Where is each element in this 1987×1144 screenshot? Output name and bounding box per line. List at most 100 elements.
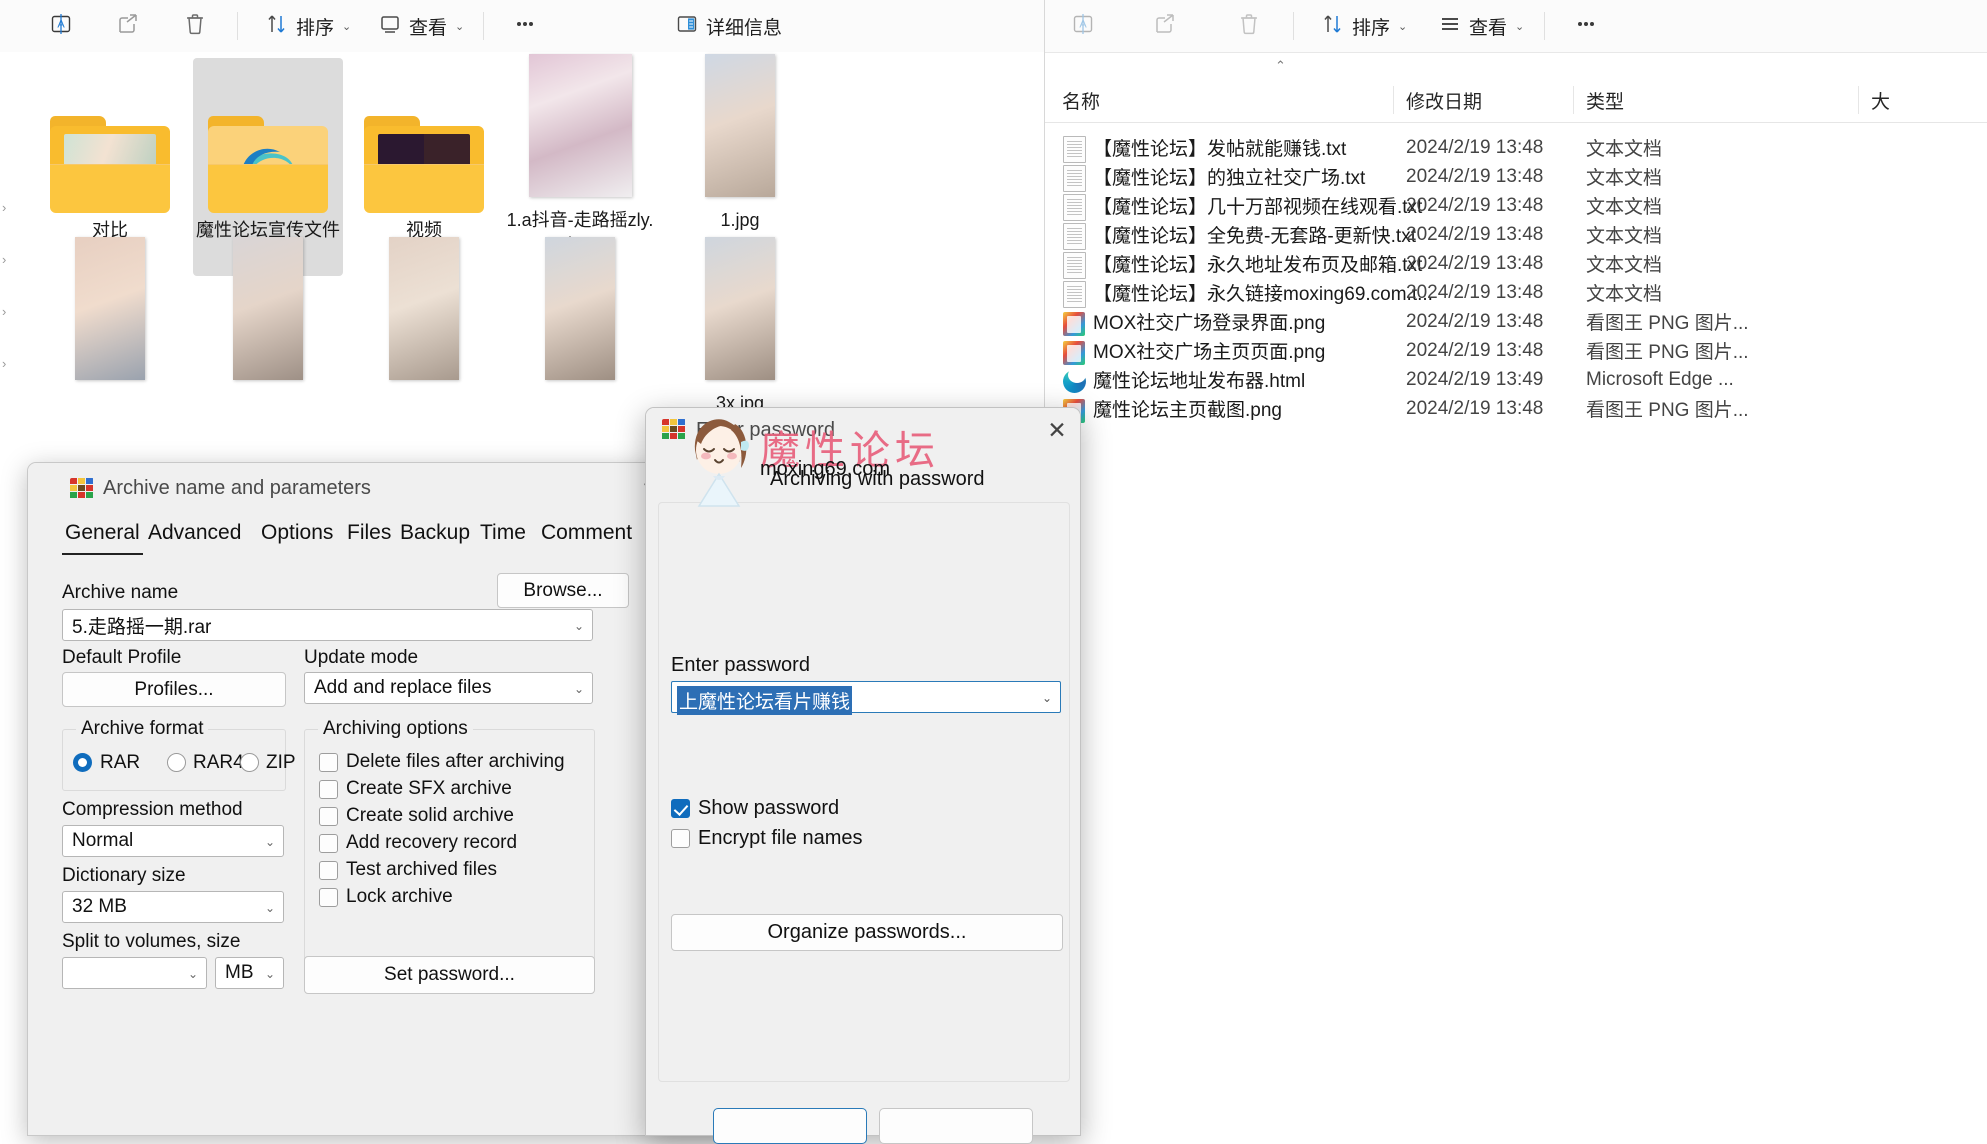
table-row[interactable]: 魔性论坛地址发布器.html 2024/2/19 13:49 Microsoft… [1045, 365, 1987, 394]
share-button[interactable] [105, 4, 151, 48]
organize-passwords-button[interactable]: Organize passwords... [671, 914, 1063, 951]
dictionary-size-select[interactable]: 32 MB ⌄ [62, 891, 284, 923]
rename-icon: A [1070, 11, 1096, 42]
tile-item[interactable]: 视频 [349, 62, 499, 242]
nav-chevron-icon[interactable]: › [2, 356, 16, 371]
chevron-down-icon[interactable]: ⌄ [574, 682, 584, 696]
table-row[interactable]: 魔性论坛主页截图.png 2024/2/19 13:48 看图王 PNG 图片.… [1045, 394, 1987, 423]
column-divider[interactable] [1393, 86, 1394, 114]
column-header-size[interactable]: 大 [1871, 78, 1890, 122]
file-type: Microsoft Edge ... [1586, 368, 1734, 390]
column-divider[interactable] [1573, 86, 1574, 114]
compression-method-select[interactable]: Normal ⌄ [62, 825, 284, 857]
chevron-down-icon[interactable]: ⌄ [265, 901, 275, 915]
sort-label: 排序 [296, 17, 335, 39]
tab-backup[interactable]: Backup [397, 521, 473, 553]
close-button[interactable]: ✕ [1042, 416, 1072, 444]
password-dialog-titlebar[interactable]: Enter password ✕ [646, 408, 1080, 452]
more-button[interactable] [502, 4, 548, 48]
tile-item[interactable] [349, 237, 499, 391]
browse-button[interactable]: Browse... [497, 573, 629, 608]
tile-item[interactable] [193, 237, 343, 391]
archive-name-input[interactable]: 5.走路摇一期.rar ⌄ [62, 609, 593, 641]
rename-button[interactable]: A [1060, 4, 1106, 48]
chevron-down-icon[interactable]: ⌄ [574, 619, 584, 633]
chevron-down-icon[interactable]: ⌄ [1042, 691, 1052, 705]
tile-item[interactable]: 3x.jpg [665, 237, 815, 415]
file-date: 2024/2/19 13:48 [1406, 397, 1544, 419]
compression-method-label: Compression method [62, 799, 243, 820]
nav-chevron-icon[interactable]: › [2, 304, 16, 319]
tile-item[interactable]: 对比 [35, 62, 185, 242]
password-input[interactable]: 上魔性论坛看片赚钱 ⌄ [671, 681, 1061, 715]
checkbox-create-solid-archive[interactable] [319, 807, 338, 826]
radio-rar4-label: RAR4 [193, 752, 244, 773]
nav-chevron-icon[interactable]: › [2, 252, 16, 267]
sort-button[interactable]: 排序 ⌄ [1311, 4, 1417, 48]
chevron-down-icon: ⌄ [1398, 20, 1408, 33]
table-row[interactable]: 【魔性论坛】永久地址发布页及邮箱.txt 2024/2/19 13:48 文本文… [1045, 249, 1987, 279]
tab-comment[interactable]: Comment [538, 521, 635, 553]
more-button[interactable] [1563, 4, 1609, 48]
radio-rar4[interactable] [167, 753, 186, 772]
radio-rar[interactable] [73, 753, 92, 772]
column-header-name[interactable]: 名称 [1062, 78, 1100, 122]
file-date: 2024/2/19 13:48 [1406, 136, 1544, 158]
split-unit-select[interactable]: MB ⌄ [215, 957, 284, 989]
sort-button[interactable]: 排序 ⌄ [255, 4, 361, 48]
default-profile-label: Default Profile [62, 647, 182, 668]
profiles-button[interactable]: Profiles... [62, 672, 286, 707]
table-row[interactable]: 【魔性论坛】几十万部视频在线观看.txt 2024/2/19 13:48 文本文… [1045, 191, 1987, 221]
delete-button[interactable] [1226, 4, 1272, 48]
table-row[interactable]: MOX社交广场主页页面.png 2024/2/19 13:48 看图王 PNG … [1045, 336, 1987, 365]
radio-zip[interactable] [240, 753, 259, 772]
share-button[interactable] [1142, 4, 1188, 48]
table-row[interactable]: 【魔性论坛】全免费-无套路-更新快.txt 2024/2/19 13:48 文本… [1045, 220, 1987, 250]
tile-item[interactable] [505, 237, 655, 391]
nav-chevron-icon[interactable]: › [2, 200, 16, 215]
details-pane-button[interactable]: 详细信息 [665, 4, 792, 48]
checkbox-create-sfx-archive[interactable] [319, 780, 338, 799]
tile-item[interactable]: 1.jpg [665, 54, 815, 232]
table-row[interactable]: MOX社交广场登录界面.png 2024/2/19 13:48 看图王 PNG … [1045, 307, 1987, 336]
view-button[interactable]: 查看 ⌄ [368, 4, 474, 48]
checkbox-delete-files-after-archiving[interactable] [319, 753, 338, 772]
chevron-down-icon[interactable]: ⌄ [265, 967, 275, 981]
cancel-button[interactable] [879, 1108, 1033, 1144]
tile-item[interactable] [35, 237, 185, 391]
checkbox-show-password[interactable] [671, 799, 690, 818]
table-row[interactable]: 【魔性论坛】永久链接moxing69.com.t... 2024/2/19 13… [1045, 278, 1987, 308]
tab-advanced[interactable]: Advanced [145, 521, 244, 553]
file-type: 看图王 PNG 图片... [1586, 313, 1749, 334]
file-name: 【魔性论坛】永久链接moxing69.com.t... [1093, 284, 1433, 305]
tab-files[interactable]: Files [344, 521, 394, 553]
tab-options[interactable]: Options [258, 521, 336, 553]
view-button[interactable]: 查看 ⌄ [1428, 4, 1534, 48]
column-header-type[interactable]: 类型 [1586, 78, 1624, 122]
file-name: 【魔性论坛】全免费-无套路-更新快.txt [1093, 226, 1416, 247]
checkbox-lock-archive[interactable] [319, 888, 338, 907]
rename-button[interactable]: A [38, 4, 84, 48]
delete-button[interactable] [172, 4, 218, 48]
tab-general[interactable]: General [62, 521, 143, 555]
tab-time[interactable]: Time [477, 521, 529, 553]
split-size-input[interactable]: ⌄ [62, 957, 207, 989]
table-row[interactable]: 【魔性论坛】的独立社交广场.txt 2024/2/19 13:48 文本文档 [1045, 162, 1987, 192]
file-type: 看图王 PNG 图片... [1586, 400, 1749, 421]
ok-button[interactable] [713, 1108, 867, 1144]
checkbox-test-archived-files[interactable] [319, 861, 338, 880]
column-header-date[interactable]: 修改日期 [1406, 78, 1482, 122]
toolbar-divider [1544, 12, 1545, 40]
chevron-down-icon[interactable]: ⌄ [188, 967, 198, 981]
set-password-button[interactable]: Set password... [304, 956, 595, 994]
update-mode-select[interactable]: Add and replace files ⌄ [304, 672, 593, 704]
chevron-down-icon[interactable]: ⌄ [265, 835, 275, 849]
password-dialog-title: Enter password [696, 419, 835, 441]
png-file-icon [1063, 311, 1085, 336]
checkbox-encrypt-file-names[interactable] [671, 829, 690, 848]
table-row[interactable]: 【魔性论坛】发帖就能赚钱.txt 2024/2/19 13:48 文本文档 [1045, 133, 1987, 163]
tile-item[interactable]: 1.a抖音-走路摇zly.jpg [505, 54, 655, 256]
checkbox-add-recovery-record[interactable] [319, 834, 338, 853]
column-divider[interactable] [1858, 86, 1859, 114]
folder-thumbnail [193, 62, 343, 213]
